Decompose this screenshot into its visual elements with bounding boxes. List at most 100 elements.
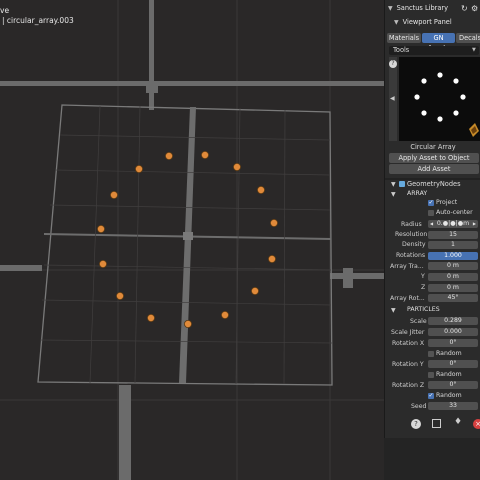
scale-jitter-label: Scale Jitter (391, 329, 425, 336)
settings-icon[interactable]: ⚙ (471, 4, 478, 13)
rotations-field[interactable]: 1.000 (428, 252, 478, 260)
3d-viewport[interactable]: ve | circular_array.003 (0, 0, 384, 480)
help-icon[interactable]: ? (389, 60, 397, 68)
shield-icon[interactable]: ♦ (454, 417, 462, 427)
rotation-z-field[interactable]: 0° (428, 381, 478, 389)
array-translation-y-field[interactable]: 0 m (428, 273, 478, 281)
preview-dot (453, 78, 459, 84)
array-point (99, 259, 108, 268)
tab-gn-assets[interactable]: GN Assets (422, 32, 455, 52)
random-x-checkbox[interactable] (428, 351, 434, 357)
panel-title: Sanctus Library (396, 4, 449, 12)
axis-strip (149, 0, 154, 110)
close-icon[interactable]: × (473, 419, 480, 429)
preview-side-bar: ? ◀ (389, 57, 397, 141)
random-y-checkbox[interactable] (428, 372, 434, 378)
autocenter-label: Auto-center (436, 209, 473, 216)
rotations-label: Rotations (396, 252, 426, 259)
preview-dot (421, 78, 427, 84)
project-label: Project (436, 199, 458, 206)
bottom-toolbar: ? ♦ × (385, 414, 480, 438)
axis-strip (146, 83, 158, 93)
seed-label: Seed (411, 403, 427, 410)
seed-field[interactable]: 33 (428, 402, 478, 410)
object-index: | (2, 16, 5, 25)
radius-value: 0.●|●|●m (436, 220, 470, 227)
array-point (146, 313, 155, 322)
array-point (220, 310, 229, 319)
rotation-x-label: Rotation X (392, 340, 425, 347)
radius-label: Radius (401, 221, 422, 228)
chevron-down-icon[interactable]: ▼ (394, 19, 399, 26)
preview-dot (421, 110, 427, 116)
tools-dropdown-value: Tools (393, 46, 410, 54)
add-asset-button[interactable]: Add Asset (389, 164, 479, 174)
apply-asset-button[interactable]: Apply Asset to Object (389, 153, 479, 163)
viewport-panel-header[interactable]: ▼ Viewport Panel (385, 16, 480, 28)
object-name-text: circular_array.003 (6, 16, 74, 25)
viewport-mode-label: ve (0, 6, 10, 15)
random-y-label: Random (436, 371, 462, 378)
project-checkbox[interactable] (428, 199, 434, 206)
chevron-down-icon[interactable]: ▼ (391, 181, 396, 188)
image-icon[interactable] (432, 419, 441, 428)
tab-decals[interactable]: Decals (456, 32, 480, 43)
resolution-field[interactable]: 15 (428, 231, 478, 239)
viewport-panel-label: Viewport Panel (402, 18, 452, 26)
array-point (183, 319, 192, 328)
geometry-nodes-icon (399, 181, 405, 187)
array-point (269, 218, 278, 227)
array-point (134, 164, 143, 173)
density-field[interactable]: 1 (428, 241, 478, 249)
array-point (232, 162, 241, 171)
chevron-left-icon[interactable]: ◀ (430, 220, 433, 228)
particles-section-label: PARTICLES (407, 306, 440, 313)
refresh-icon[interactable]: ↻ (461, 4, 468, 13)
plane-center-node (183, 232, 193, 240)
array-rotation-label: Array Rot... (390, 295, 425, 302)
panel-header: ▼ Sanctus Library ↻ ⚙ (385, 2, 480, 14)
axis-strip (343, 268, 353, 288)
chevron-right-icon[interactable]: ▶ (473, 220, 476, 228)
asset-preview[interactable] (399, 57, 480, 141)
tab-bar: Materials GN Assets Decals (385, 32, 480, 52)
autocenter-checkbox[interactable] (428, 210, 434, 216)
preview-image (414, 72, 479, 137)
plane-grid-line (134, 105, 141, 384)
plane-grid-line (89, 105, 101, 384)
rotation-x-field[interactable]: 0° (428, 339, 478, 347)
resolution-label: Resolution (395, 231, 428, 238)
help-icon[interactable]: ? (411, 419, 421, 429)
array-translation-z-field[interactable]: 0 m (428, 284, 478, 292)
axis-strip (119, 385, 131, 480)
array-rotation-field[interactable]: 45° (428, 294, 478, 302)
rotation-y-field[interactable]: 0° (428, 360, 478, 368)
tools-dropdown[interactable]: Tools ▼ (389, 46, 479, 55)
tab-materials[interactable]: Materials (387, 32, 421, 43)
scale-field[interactable]: 0.289 (428, 317, 478, 325)
preview-dot (460, 94, 466, 100)
scale-jitter-field[interactable]: 0.000 (428, 328, 478, 336)
panel-empty-area (384, 438, 480, 480)
chevron-down-icon[interactable]: ▼ (391, 191, 396, 198)
random-z-checkbox[interactable] (428, 392, 434, 399)
rotation-z-label: Rotation Z (392, 382, 425, 389)
array-point (267, 254, 276, 263)
viewport-scene[interactable] (0, 0, 384, 480)
array-translation-x-field[interactable]: 0 m (428, 262, 478, 270)
sanctus-panel: ▼ Sanctus Library ↻ ⚙ ▼ Viewport Panel M… (384, 0, 480, 438)
array-translation-label: Array Tra... (390, 263, 424, 270)
random-z-label: Random (436, 392, 462, 399)
viewport-object-name: | circular_array.003 (2, 16, 74, 25)
array-section-label: ARRAY (407, 190, 428, 197)
array-point (116, 291, 125, 300)
radius-field[interactable]: ◀ 0.●|●|●m ▶ (428, 220, 478, 228)
chevron-down-icon[interactable]: ▼ (388, 5, 393, 12)
array-point (250, 286, 259, 295)
chevron-left-icon[interactable]: ◀ (390, 95, 395, 102)
plane-object (37, 104, 333, 386)
axis-strip (330, 273, 384, 279)
chevron-down-icon[interactable]: ▼ (391, 307, 396, 314)
array-point (256, 185, 265, 194)
preview-dot (437, 72, 443, 78)
